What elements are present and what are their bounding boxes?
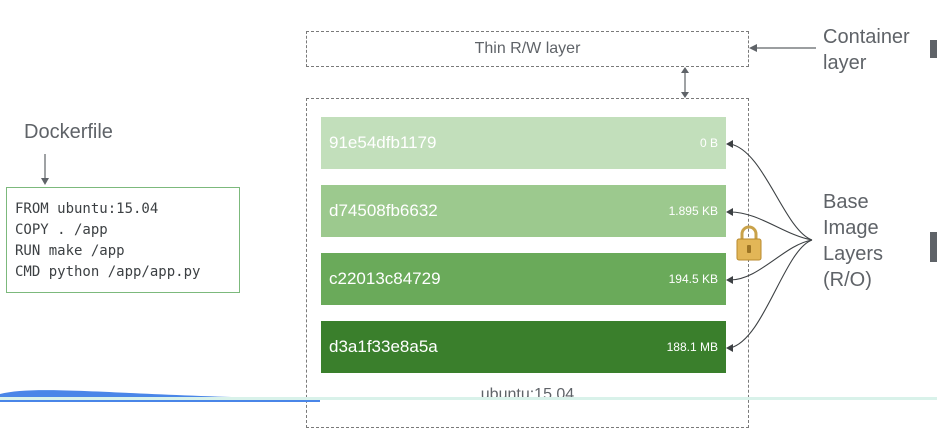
layer-size: 188.1 MB <box>666 340 718 354</box>
base-label-line: Image <box>823 217 879 239</box>
image-layer: d3a1f33e8a5a 188.1 MB <box>321 321 726 373</box>
dockerfile-box: FROM ubuntu:15.04 COPY . /app RUN make /… <box>6 187 240 293</box>
layer-size: 194.5 KB <box>668 272 718 286</box>
base-image-layers-label: Base Image Layers (R/O) <box>823 189 883 293</box>
rw-image-connector <box>681 67 689 98</box>
thin-rw-layer: Thin R/W layer <box>306 31 749 67</box>
container-layer-arrow <box>749 44 816 52</box>
image-layer: 91e54dfb1179 0 B <box>321 117 726 169</box>
layer-id: d74508fb6632 <box>329 201 438 220</box>
base-label-line: (R/O) <box>823 269 872 291</box>
layer-id: 91e54dfb1179 <box>329 133 437 152</box>
container-label-line: Container <box>823 26 910 48</box>
layer-size: 1.895 KB <box>668 204 718 218</box>
dockerfile-line: COPY . /app <box>15 222 108 238</box>
image-layer: c22013c84729 194.5 KB <box>321 253 726 305</box>
image-layer: d74508fb6632 1.895 KB <box>321 185 726 237</box>
dockerfile-title: Dockerfile <box>24 121 113 143</box>
base-label-line: Base <box>823 191 869 213</box>
dockerfile-arrow <box>41 154 49 185</box>
base-label-line: Layers <box>823 243 884 265</box>
base-layers-arrows <box>726 140 813 352</box>
layer-size: 0 B <box>699 136 718 150</box>
image-name: ubuntu:15.04 <box>480 386 575 403</box>
bottom-accent-line <box>0 397 937 400</box>
container-layer-label: Container layer <box>823 24 910 76</box>
layer-id: d3a1f33e8a5a <box>329 337 438 356</box>
container-label-line: layer <box>823 52 867 74</box>
dockerfile-line: FROM ubuntu:15.04 <box>15 201 159 217</box>
dockerfile-line: CMD python /app/app.py <box>15 264 201 280</box>
dockerfile-line: RUN make /app <box>15 243 125 259</box>
layer-id: c22013c84729 <box>329 269 441 288</box>
edge-marker <box>930 232 937 262</box>
edge-marker <box>930 40 937 58</box>
thin-rw-layer-label: Thin R/W layer <box>474 40 581 57</box>
